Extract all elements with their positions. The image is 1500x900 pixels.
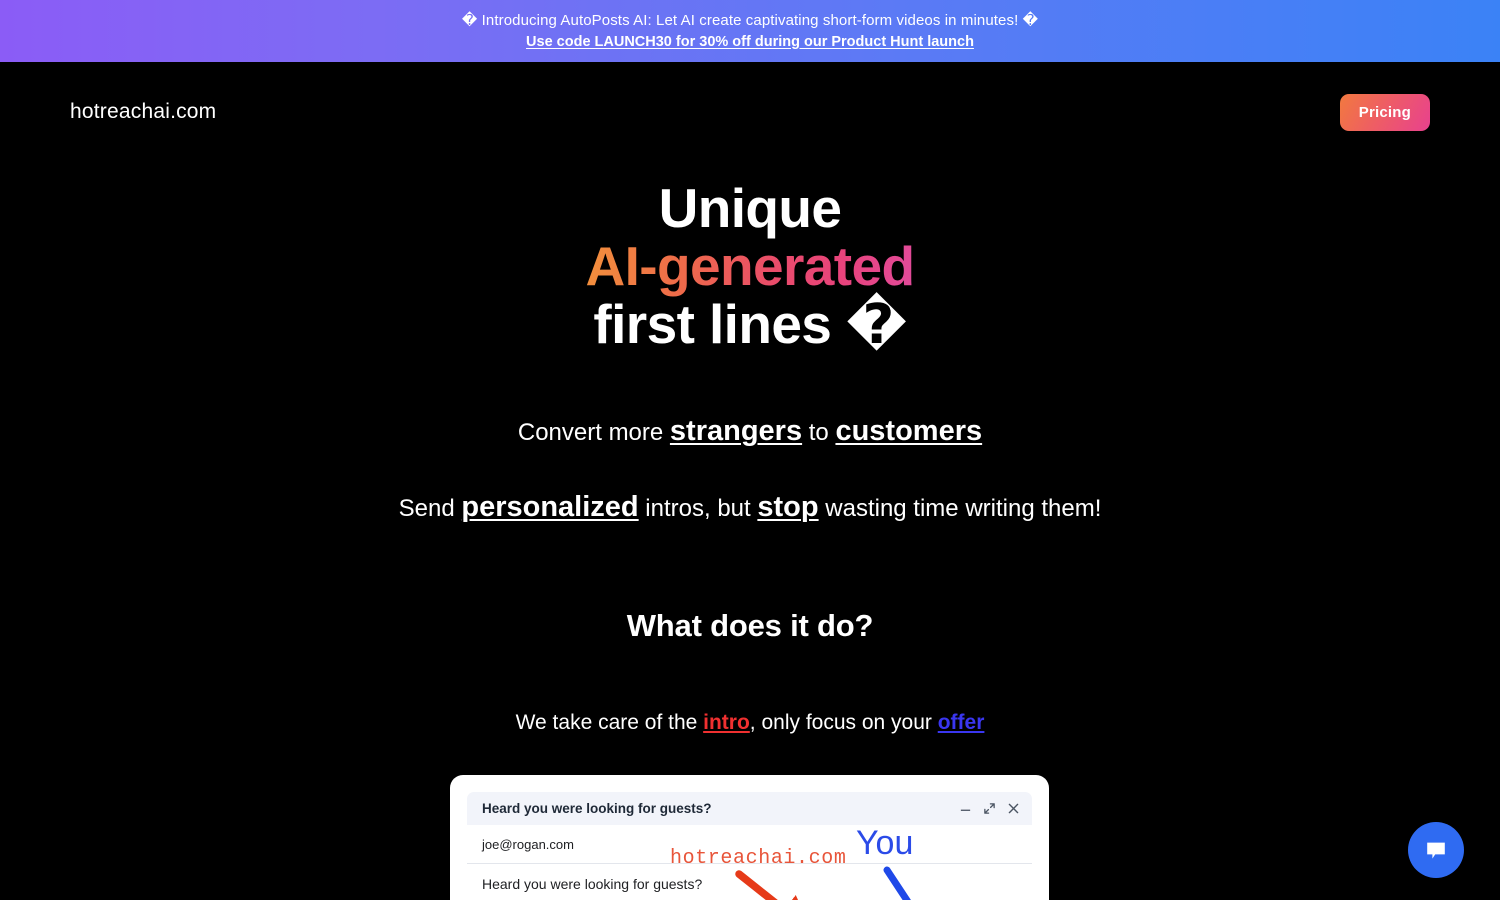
section-heading-what-does-it-do: What does it do? [626, 608, 874, 643]
minimize-icon[interactable] [959, 802, 972, 815]
promo-emoji-left: � [461, 10, 478, 29]
section-lede-part-a: We take care of the [515, 711, 704, 734]
pricing-button[interactable]: Pricing [1339, 93, 1430, 131]
hero-section: Unique AI-generated first lines � Conver… [0, 162, 1500, 737]
hero-sub1-customers: customers [835, 415, 983, 447]
hero-title-line-2: AI-generated [585, 235, 916, 297]
page-root: � Introducing AutoPosts AI: Let AI creat… [0, 0, 1500, 900]
expand-icon[interactable] [983, 802, 996, 815]
hero-sub1-part-a: Convert more [517, 419, 670, 446]
promo-banner-headline: � Introducing AutoPosts AI: Let AI creat… [462, 11, 1038, 30]
hero-sub1-strangers: strangers [669, 415, 803, 447]
hero-sub2-personalized: personalized [461, 491, 639, 523]
hero-title-emoji: � [845, 292, 907, 356]
promo-emoji-right: � [1022, 10, 1039, 29]
email-compose-window: Heard you were looking for guests? joe@r… [467, 792, 1032, 900]
hero-title-line-1: Unique [658, 177, 842, 239]
chat-widget-button[interactable] [1408, 822, 1464, 878]
email-subject-text: Heard you were looking for guests? [482, 876, 703, 892]
close-icon[interactable] [1007, 802, 1020, 815]
hero-sub2-part-a: Send [398, 495, 462, 522]
email-recipient-row[interactable]: joe@rogan.com [467, 825, 1032, 864]
hero-sub1-part-c: to [802, 419, 836, 446]
hero-subtitle-1: Convert more strangers to customers [0, 416, 1500, 448]
email-mockup-card: Heard you were looking for guests? joe@r… [450, 775, 1049, 900]
page-title: Unique AI-generated first lines � [0, 162, 1500, 353]
section-lede-part-b: , only focus on your [749, 711, 938, 734]
offer-link[interactable]: offer [938, 711, 985, 734]
hero-sub2-part-e: wasting time writing them! [818, 495, 1102, 522]
hero-sub2-stop: stop [757, 491, 819, 523]
site-header: hotreachai.com Pricing [0, 62, 1500, 162]
email-window-controls [959, 792, 1020, 825]
email-window-title: Heard you were looking for guests? [482, 801, 712, 816]
intro-link[interactable]: intro [703, 711, 750, 734]
brand-logo[interactable]: hotreachai.com [70, 100, 216, 124]
promo-headline-text: Introducing AutoPosts AI: Let AI create … [477, 11, 1023, 29]
promo-banner[interactable]: � Introducing AutoPosts AI: Let AI creat… [0, 0, 1500, 62]
promo-banner-cta-link[interactable]: Use code LAUNCH30 for 30% off during our… [526, 33, 974, 52]
hero-sub2-part-c: intros, but [638, 495, 758, 522]
email-window-titlebar: Heard you were looking for guests? [467, 792, 1032, 825]
section-lede: We take care of the intro, only focus on… [0, 709, 1500, 737]
email-recipient-address: joe@rogan.com [482, 836, 574, 852]
email-subject-row[interactable]: Heard you were looking for guests? [467, 864, 1032, 900]
chat-bubble-icon [1427, 842, 1445, 859]
hero-title-line-3: first lines [593, 293, 846, 355]
hero-subtitle-2: Send personalized intros, but stop wasti… [0, 492, 1500, 524]
